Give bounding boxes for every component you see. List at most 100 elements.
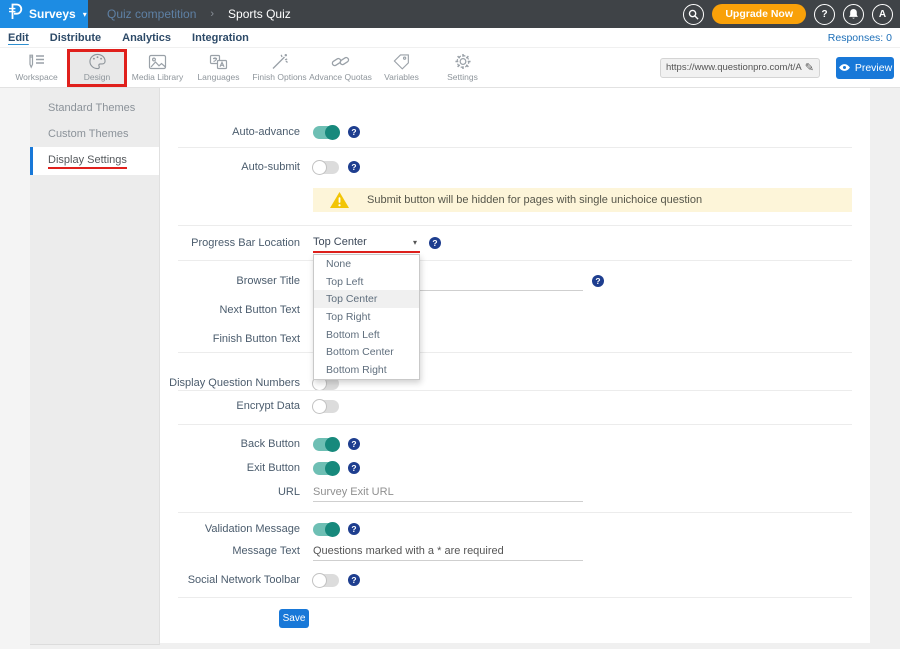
breadcrumb-folder[interactable]: Quiz competition: [107, 7, 196, 21]
toolbar-item-languages[interactable]: Languages: [188, 49, 249, 87]
toolbar-item-label: Finish Options: [252, 72, 306, 82]
display-settings-panel: Auto-advance ? Auto-submit ? Submit butt…: [160, 88, 870, 643]
menu-option-top-right[interactable]: Top Right: [314, 308, 419, 326]
tab-integration[interactable]: Integration: [192, 32, 249, 44]
encrypt-data-label: Encrypt Data: [160, 400, 313, 412]
exit-url-input[interactable]: [313, 483, 583, 502]
back-button-row: Back Button ?: [160, 434, 360, 454]
progress-bar-location-row: Progress Bar Location Top Center ▾ ?: [160, 233, 441, 253]
save-button[interactable]: Save: [279, 609, 309, 628]
search-icon: [688, 9, 699, 20]
edit-pencil-icon[interactable]: ✎: [805, 61, 814, 74]
left-gutter: [0, 88, 30, 649]
validation-message-help-icon[interactable]: ?: [348, 523, 360, 535]
search-button[interactable]: [683, 4, 704, 25]
next-button-text-label: Next Button Text: [160, 304, 313, 316]
toolbar-item-variables[interactable]: Variables: [371, 49, 432, 87]
section-divider: [178, 512, 852, 513]
progress-bar-location-select[interactable]: Top Center ▾: [313, 233, 420, 253]
progress-bar-location-menu: None Top Left Top Center Top Right Botto…: [313, 254, 420, 380]
toolbar-item-workspace[interactable]: Workspace: [6, 49, 67, 87]
auto-submit-toggle[interactable]: [313, 161, 339, 174]
toolbar-item-label: Media Library: [132, 72, 184, 82]
progress-bar-help-icon[interactable]: ?: [429, 237, 441, 249]
encrypt-data-row: Encrypt Data: [160, 396, 348, 416]
browser-title-label: Browser Title: [160, 275, 313, 287]
toolbar-item-label: Design: [84, 72, 110, 82]
menu-option-none[interactable]: None: [314, 255, 419, 273]
browser-title-help-icon[interactable]: ?: [592, 275, 604, 287]
selected-option: Top Center: [313, 236, 367, 248]
validation-message-row: Validation Message ?: [160, 519, 360, 539]
exit-button-toggle[interactable]: [313, 462, 339, 475]
notifications-button[interactable]: [843, 4, 864, 25]
survey-nav: Edit Distribute Analytics Integration Re…: [0, 28, 900, 48]
design-sidebar: Standard Themes Custom Themes Display Se…: [30, 88, 160, 645]
avatar[interactable]: A: [872, 4, 893, 25]
questionpro-logo-icon: [8, 3, 23, 25]
validation-message-label: Validation Message: [160, 523, 313, 535]
toolbar-item-label: Settings: [447, 72, 478, 82]
design-annotation-box: Design: [67, 49, 127, 87]
exit-url-row: URL: [160, 482, 583, 502]
brand-menu[interactable]: Surveys ▾: [0, 0, 88, 28]
section-divider: [178, 352, 852, 353]
menu-option-bottom-left[interactable]: Bottom Left: [314, 326, 419, 344]
social-network-toolbar-toggle[interactable]: [313, 574, 339, 587]
sidebar-item-custom-themes[interactable]: Custom Themes: [30, 121, 159, 147]
menu-option-top-left[interactable]: Top Left: [314, 273, 419, 291]
responses-count[interactable]: Responses: 0: [828, 32, 892, 44]
tab-edit[interactable]: Edit: [8, 32, 29, 44]
exit-button-label: Exit Button: [160, 462, 313, 474]
auto-advance-row: Auto-advance ?: [160, 122, 360, 142]
eye-icon: [838, 63, 851, 72]
workspace-icon: [27, 53, 47, 70]
menu-option-bottom-right[interactable]: Bottom Right: [314, 361, 419, 379]
auto-submit-label: Auto-submit: [160, 161, 313, 173]
auto-submit-help-icon[interactable]: ?: [348, 161, 360, 173]
encrypt-data-toggle[interactable]: [313, 400, 339, 413]
breadcrumb-separator-icon: ›: [210, 8, 214, 20]
auto-advance-label: Auto-advance: [160, 126, 313, 138]
social-network-toolbar-label: Social Network Toolbar: [160, 574, 313, 586]
variables-tag-icon: [393, 54, 411, 70]
section-divider: [178, 424, 852, 425]
upgrade-now-button[interactable]: Upgrade Now: [712, 4, 806, 24]
right-gutter: [870, 88, 900, 649]
toolbar-item-advance-quotas[interactable]: Advance Quotas: [310, 49, 371, 87]
question-mark-icon: ?: [821, 9, 827, 20]
validation-message-toggle[interactable]: [313, 523, 339, 536]
survey-url-input[interactable]: [666, 62, 802, 73]
tab-analytics[interactable]: Analytics: [122, 32, 171, 44]
toolbar-item-label: Languages: [197, 72, 239, 82]
toolbar-item-media-library[interactable]: Media Library: [127, 49, 188, 87]
design-palette-icon: [88, 53, 107, 70]
exit-button-help-icon[interactable]: ?: [348, 462, 360, 474]
auto-advance-help-icon[interactable]: ?: [348, 126, 360, 138]
sidebar-item-label: Standard Themes: [48, 102, 135, 114]
exit-url-label: URL: [160, 486, 313, 498]
breadcrumb-survey-title: Sports Quiz: [228, 7, 291, 21]
toolbar-item-finish-options[interactable]: Finish Options: [249, 49, 310, 87]
back-button-toggle[interactable]: [313, 438, 339, 451]
preview-button[interactable]: Preview: [836, 57, 894, 79]
message-text-label: Message Text: [160, 545, 313, 557]
sidebar-item-display-settings[interactable]: Display Settings: [30, 147, 159, 175]
toolbar-item-design[interactable]: Design: [70, 52, 124, 84]
settings-gear-icon: [454, 53, 472, 70]
social-network-toolbar-help-icon[interactable]: ?: [348, 574, 360, 586]
menu-option-bottom-center[interactable]: Bottom Center: [314, 343, 419, 361]
message-text-input[interactable]: [313, 542, 583, 561]
menu-option-top-center[interactable]: Top Center: [314, 290, 419, 308]
warning-text: Submit button will be hidden for pages w…: [367, 194, 702, 206]
auto-advance-toggle[interactable]: [313, 126, 339, 139]
toolbar-item-settings[interactable]: Settings: [432, 49, 493, 87]
sidebar-item-standard-themes[interactable]: Standard Themes: [30, 95, 159, 121]
section-divider: [178, 390, 852, 391]
media-library-icon: [148, 54, 167, 70]
advance-quotas-chain-icon: [331, 53, 350, 70]
back-button-help-icon[interactable]: ?: [348, 438, 360, 450]
help-button[interactable]: ?: [814, 4, 835, 25]
tab-distribute[interactable]: Distribute: [50, 32, 101, 44]
exit-button-row: Exit Button ?: [160, 458, 360, 478]
